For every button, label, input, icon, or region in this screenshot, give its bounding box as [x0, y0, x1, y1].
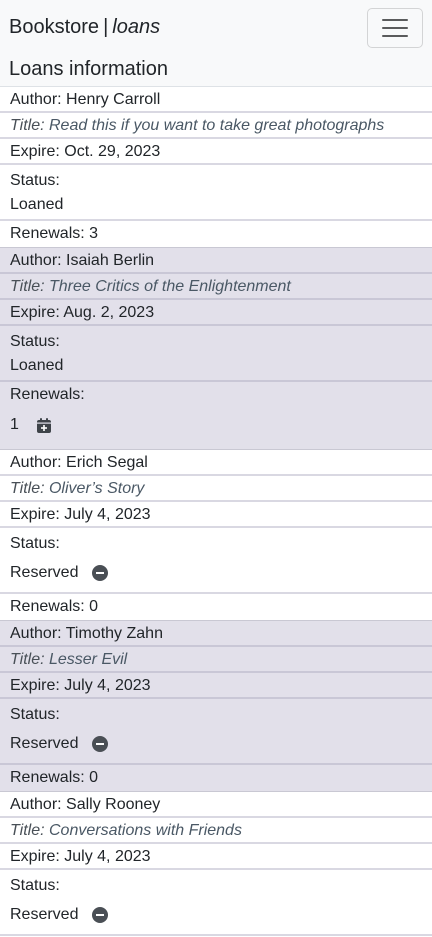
loan-item: Author: Henry Carroll Title: Read this i…: [0, 87, 432, 248]
loan-expire: Expire: Oct. 29, 2023: [0, 139, 432, 165]
loan-item: Author: Sally Rooney Title: Conversation…: [0, 792, 432, 937]
title-value: Lesser Evil: [48, 651, 128, 668]
status-value: Loaned: [10, 196, 64, 213]
renewals-value: 0: [89, 598, 99, 615]
loan-item: Author: Isaiah Berlin Title: Three Criti…: [0, 248, 432, 450]
loan-item: Author: Erich Segal Title: Oliver’s Stor…: [0, 450, 432, 621]
author-value: Erich Segal: [66, 454, 148, 471]
loan-title: Title: Conversations with Friends: [0, 818, 432, 844]
loan-status: Status: Reserved: [0, 528, 432, 594]
expire-value: July 4, 2023: [64, 677, 151, 694]
renewals-value: 1: [10, 416, 19, 433]
author-value: Sally Rooney: [66, 796, 161, 813]
brand-name: Bookstore: [9, 16, 100, 38]
renewals-label: Renewals:: [10, 386, 85, 403]
loan-status: Status: Reserved: [0, 699, 432, 765]
brand-separator: |: [103, 16, 109, 38]
loan-renewals: Renewals: 0: [10, 769, 99, 786]
loan-title: Title: Read this if you want to take gre…: [0, 113, 432, 139]
loan-author: Author: Sally Rooney: [0, 792, 432, 818]
loan-author: Author: Erich Segal: [0, 450, 432, 476]
loan-item: Author: Timothy Zahn Title: Lesser Evil …: [0, 621, 432, 792]
loan-author: Author: Isaiah Berlin: [0, 248, 432, 274]
loan-title: Title: Oliver’s Story: [0, 476, 432, 502]
dash-circle-icon[interactable]: [92, 907, 109, 923]
loan-renewals: Renewals: 1: [0, 382, 432, 449]
status-label: Status:: [10, 877, 60, 894]
status-value: Reserved: [10, 564, 79, 581]
status-value: Reserved: [10, 735, 79, 752]
navbar-brand[interactable]: Bookstore | loans: [9, 16, 160, 39]
loan-expire: Expire: July 4, 2023: [0, 673, 432, 699]
status-value: Loaned: [10, 357, 64, 374]
loan-status: Status: Reserved: [0, 870, 432, 936]
status-label: Status:: [10, 333, 60, 350]
loan-expire: Expire: Aug. 2, 2023: [0, 300, 432, 326]
hamburger-icon: [382, 34, 408, 37]
author-value: Henry Carroll: [66, 91, 161, 108]
expire-value: July 4, 2023: [64, 506, 151, 523]
status-label: Status:: [10, 706, 60, 723]
loan-status: Status: Loaned: [0, 165, 432, 221]
brand-section: loans: [112, 16, 161, 38]
expire-value: July 4, 2023: [64, 848, 151, 865]
page-title: Loans information: [0, 55, 432, 87]
expire-value: Aug. 2, 2023: [63, 304, 155, 321]
status-value: Reserved: [10, 906, 79, 923]
loan-author: Author: Timothy Zahn: [0, 621, 432, 647]
status-label: Status:: [10, 172, 60, 189]
loan-author: Author: Henry Carroll: [0, 87, 432, 113]
hamburger-icon: [382, 26, 408, 29]
loan-title: Title: Three Critics of the Enlightenmen…: [0, 274, 432, 300]
author-value: Isaiah Berlin: [66, 252, 155, 269]
title-value: Conversations with Friends: [48, 822, 242, 839]
loan-renewals: Renewals: 0: [10, 598, 99, 615]
title-value: Read this if you want to take great phot…: [48, 117, 385, 134]
navbar: Bookstore | loans: [0, 0, 432, 55]
navbar-toggler-button[interactable]: [367, 7, 423, 48]
expire-value: Oct. 29, 2023: [64, 143, 161, 160]
loan-expire: Expire: July 4, 2023: [0, 844, 432, 870]
dash-circle-icon[interactable]: [92, 565, 109, 581]
hamburger-icon: [382, 18, 408, 21]
renewals-value: 3: [89, 225, 99, 242]
calendar-plus-icon[interactable]: [36, 417, 51, 433]
dash-circle-icon[interactable]: [92, 736, 109, 752]
title-value: Three Critics of the Enlightenment: [48, 278, 291, 295]
loan-renewals: Renewals: 3: [10, 225, 99, 242]
renewals-value: 0: [89, 769, 99, 786]
loan-title: Title: Lesser Evil: [0, 647, 432, 673]
loan-status: Status: Loaned: [0, 326, 432, 382]
loan-expire: Expire: July 4, 2023: [0, 502, 432, 528]
title-value: Oliver’s Story: [48, 480, 145, 497]
status-label: Status:: [10, 535, 60, 552]
author-value: Timothy Zahn: [65, 625, 163, 642]
